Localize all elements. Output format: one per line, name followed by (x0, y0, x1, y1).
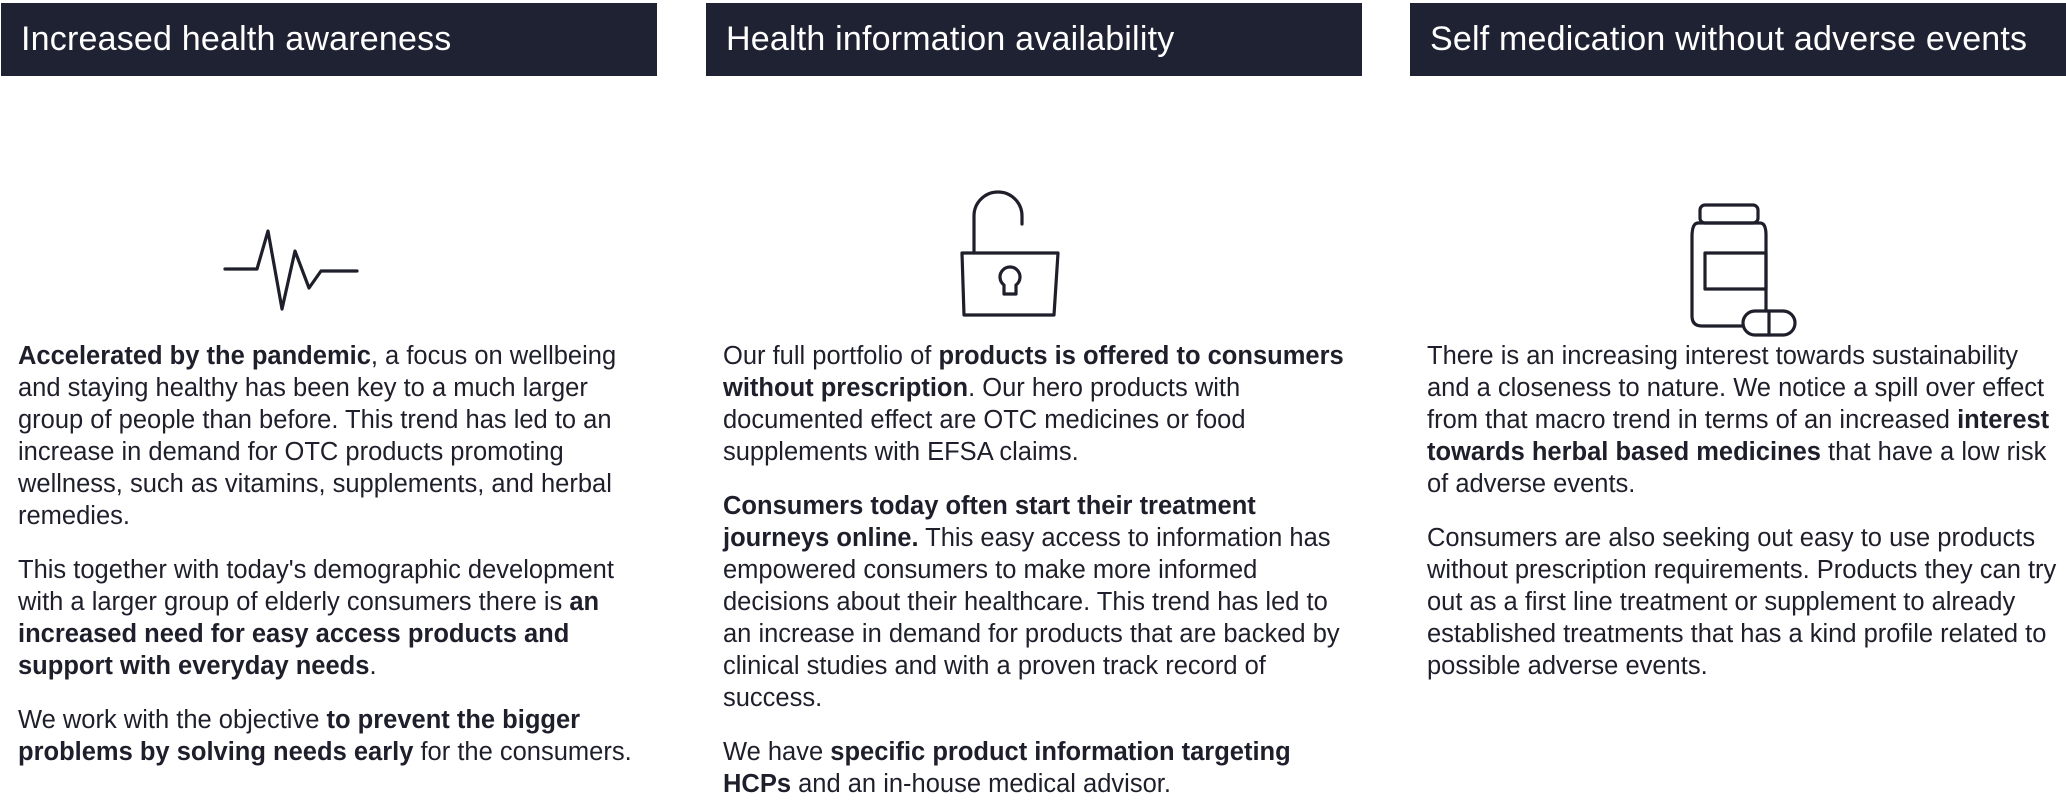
text-run: There is an increasing interest towards … (1427, 342, 2045, 434)
column-header: Health information availability (706, 3, 1362, 76)
paragraph: We have specific product information tar… (723, 736, 1358, 800)
paragraph: We work with the objective to prevent th… (18, 704, 653, 768)
text-run: and an in-house medical advisor. (791, 770, 1171, 798)
paragraph: Consumers today often start their treatm… (723, 490, 1358, 714)
text-run: Our full portfolio of (723, 342, 939, 370)
text-run: for the consumers. (413, 738, 632, 766)
text-run: This easy access to information has empo… (723, 524, 1340, 712)
text-run: We have (723, 738, 831, 766)
paragraph: Consumers are also seeking out easy to u… (1427, 522, 2062, 682)
column-title: Health information availability (726, 20, 1175, 58)
paragraph: This together with today's demographic d… (18, 554, 653, 682)
paragraph: Accelerated by the pandemic, a focus on … (18, 340, 653, 532)
paragraph: There is an increasing interest towards … (1427, 340, 2062, 500)
column-title: Self medication without adverse events (1430, 20, 2028, 58)
bold-text-run: Accelerated by the pandemic (18, 342, 371, 370)
column-header: Increased health awareness (1, 3, 657, 76)
icon-area (1410, 76, 2066, 337)
unlocked-padlock-icon (960, 190, 1060, 317)
column-title: Increased health awareness (21, 20, 452, 58)
column-increased-health-awareness: Increased health awareness Accelerated b… (1, 3, 657, 788)
column-health-information-availability: Health information availability Our full… (706, 3, 1362, 798)
text-run: . (369, 652, 377, 680)
column-self-medication: Self medication without adverse events T… (1410, 3, 2066, 788)
column-body: There is an increasing interest towards … (1410, 340, 2066, 682)
text-run: , a focus on wellbeing and staying healt… (18, 342, 617, 530)
medicine-bottle-pill-icon (1690, 203, 1797, 337)
column-body: Our full portfolio of products is offere… (706, 340, 1362, 800)
column-body: Accelerated by the pandemic, a focus on … (1, 340, 657, 768)
text-run: Consumers are also seeking out easy to u… (1427, 524, 2057, 680)
icon-area (1, 76, 657, 311)
text-run: This together with today's demographic d… (18, 556, 614, 616)
paragraph: Our full portfolio of products is offere… (723, 340, 1358, 468)
icon-area (706, 76, 1362, 317)
text-run: We work with the objective (18, 706, 327, 734)
heartbeat-icon (223, 229, 359, 311)
column-header: Self medication without adverse events (1410, 3, 2066, 76)
